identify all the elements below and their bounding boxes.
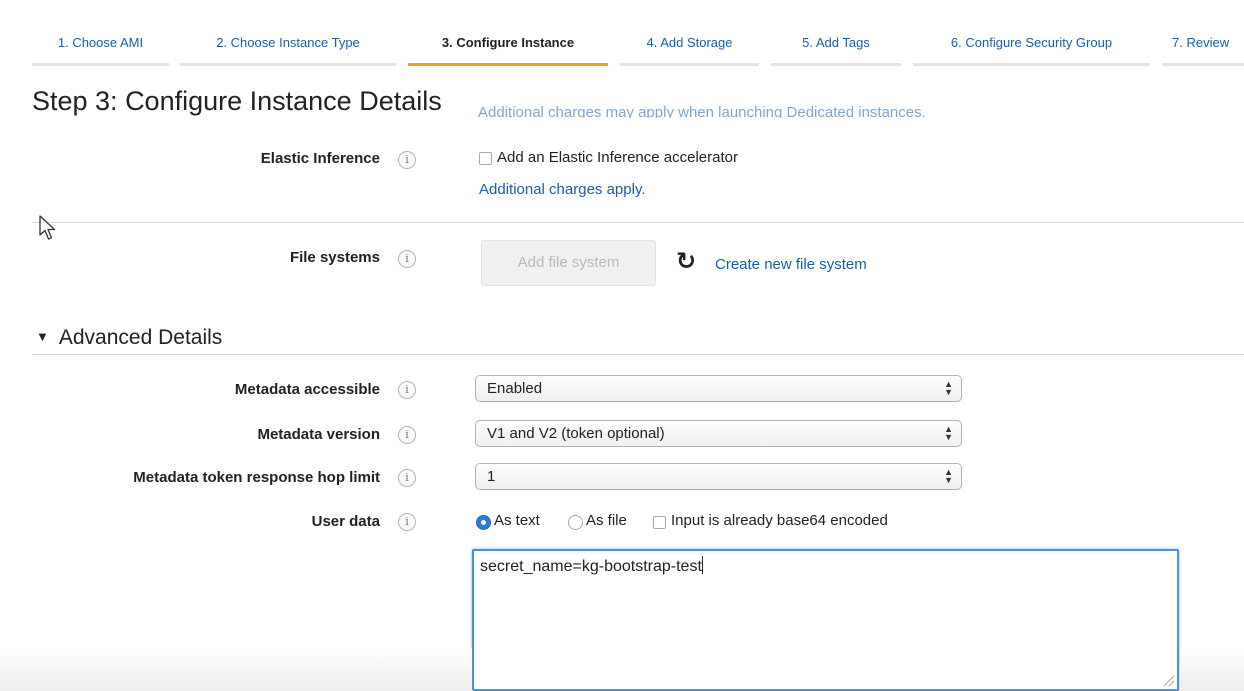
tab-add-storage[interactable]: 4. Add Storage [620, 22, 759, 66]
as-text-label: As text [494, 512, 540, 529]
wizard-tabs: 1. Choose AMI 2. Choose Instance Type 3.… [0, 22, 1244, 66]
base64-checkbox[interactable] [653, 516, 666, 529]
metadata-version-value: V1 and V2 (token optional) [487, 425, 665, 442]
info-icon[interactable]: i [398, 426, 416, 444]
metadata-accessible-label: Metadata accessible [234, 381, 380, 398]
tab-configure-instance[interactable]: 3. Configure Instance [408, 22, 608, 66]
advanced-details-title: Advanced Details [58, 326, 223, 349]
tab-choose-instance-type[interactable]: 2. Choose Instance Type [180, 22, 396, 66]
info-icon[interactable]: i [398, 250, 416, 268]
user-data-textarea[interactable]: secret_name=kg-bootstrap-test [472, 549, 1179, 691]
select-arrows-icon: ▲ ▼ [944, 424, 953, 442]
additional-charges-link[interactable]: Additional charges apply. [479, 181, 646, 198]
mouse-cursor-icon [39, 215, 56, 240]
info-icon[interactable]: i [398, 469, 416, 487]
hop-limit-select[interactable]: 1 ▲ ▼ [475, 463, 962, 490]
elastic-inference-checkbox[interactable] [479, 152, 492, 165]
advanced-details-toggle[interactable]: ▼ Advanced Details [36, 326, 222, 350]
create-new-file-system-link[interactable]: Create new file system [715, 256, 867, 273]
caret-down-icon: ▼ [36, 329, 49, 344]
elastic-inference-checkbox-label: Add an Elastic Inference accelerator [497, 149, 738, 166]
tab-configure-security-group[interactable]: 6. Configure Security Group [913, 22, 1150, 66]
refresh-icon[interactable]: ↻ [676, 249, 700, 274]
add-file-system-button[interactable]: Add file system [481, 240, 656, 286]
base64-label: Input is already base64 encoded [671, 512, 888, 529]
tab-add-tags[interactable]: 5. Add Tags [771, 22, 901, 66]
metadata-version-select[interactable]: V1 and V2 (token optional) ▲ ▼ [475, 420, 962, 447]
info-icon[interactable]: i [398, 513, 416, 531]
elastic-inference-label: Elastic Inference [260, 150, 380, 167]
hop-limit-value: 1 [487, 468, 496, 485]
user-data-label: User data [311, 513, 380, 530]
info-icon[interactable]: i [398, 381, 416, 399]
select-arrows-icon: ▲ ▼ [944, 467, 953, 485]
info-icon[interactable]: i [398, 151, 416, 169]
metadata-version-label: Metadata version [257, 426, 380, 443]
bottom-shade [1181, 648, 1244, 691]
metadata-accessible-value: Enabled [487, 380, 543, 397]
as-file-label: As file [586, 512, 627, 529]
as-text-radio[interactable] [476, 515, 491, 530]
as-file-radio[interactable] [568, 515, 583, 530]
bottom-shade [0, 648, 472, 691]
hop-limit-label: Metadata token response hop limit [133, 469, 380, 486]
user-data-text: secret_name=kg-bootstrap-test [480, 558, 702, 575]
resize-grip-icon[interactable] [1164, 676, 1174, 686]
metadata-accessible-select[interactable]: Enabled ▲ ▼ [475, 375, 962, 402]
tab-choose-ami[interactable]: 1. Choose AMI [32, 22, 169, 66]
file-systems-label: File systems [289, 249, 380, 266]
dedicated-charges-note[interactable]: Additional charges may apply when launch… [478, 104, 926, 118]
divider [32, 222, 1244, 223]
text-caret [701, 556, 703, 574]
tab-review[interactable]: 7. Review [1162, 22, 1244, 66]
divider [32, 354, 1244, 355]
page-title: Step 3: Configure Instance Details [32, 86, 448, 117]
select-arrows-icon: ▲ ▼ [944, 379, 953, 397]
